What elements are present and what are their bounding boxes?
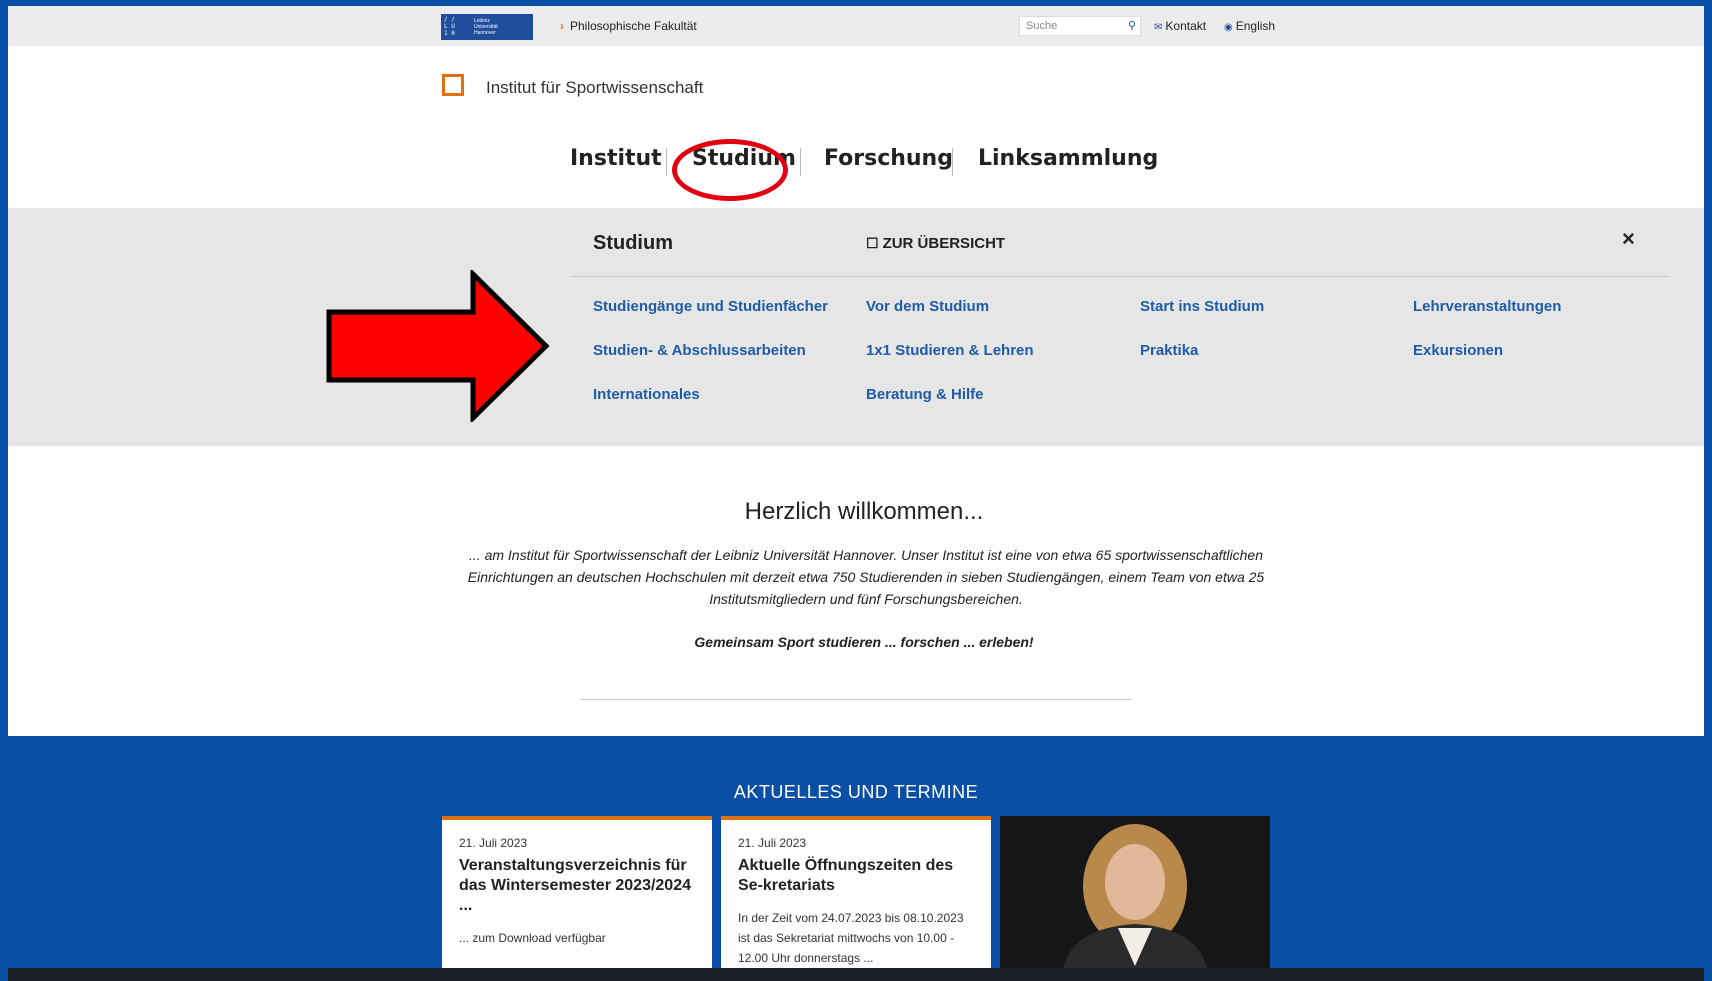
kontakt-link[interactable]: ✉ Kontakt [1154, 19, 1206, 33]
main-nav: Institut Studium Forschung Linksammlung [8, 146, 1704, 182]
nav-item-forschung[interactable]: Forschung [824, 146, 953, 171]
logo-mark-icon: / / L U1 0 [444, 16, 455, 37]
menu-link-internationales[interactable]: Internationales [593, 386, 700, 403]
news-section: AKTUELLES UND TERMINE 21. Juli 2023 Vera… [8, 736, 1704, 975]
slogan: Gemeinsam Sport studieren ... forschen .… [694, 634, 1034, 650]
news-section-title: AKTUELLES UND TERMINE [733, 782, 979, 802]
nav-item-linksammlung[interactable]: Linksammlung [978, 146, 1158, 171]
utility-bar: / / L U1 0 Leibniz Universität Hannover ›… [8, 6, 1704, 46]
menu-link-praktika[interactable]: Praktika [1140, 342, 1198, 359]
menu-link-lehrveranstaltungen[interactable]: Lehrveranstaltungen [1413, 298, 1561, 315]
news-date: 21. Juli 2023 [738, 836, 807, 850]
book-icon: ☐ [866, 235, 879, 251]
news-headline[interactable]: Veranstaltungsverzeichnis für das Winter… [459, 856, 695, 916]
menu-link-abschlussarbeiten[interactable]: Studien- & Abschlussarbeiten [593, 342, 806, 359]
menu-link-start-ins-studium[interactable]: Start ins Studium [1140, 298, 1264, 315]
mega-menu-title: Studium [593, 232, 673, 254]
nav-divider [800, 148, 801, 176]
browser-page: / / L U1 0 Leibniz Universität Hannover ›… [8, 6, 1704, 975]
close-icon[interactable]: × [1622, 226, 1635, 252]
chevron-right-icon: › [560, 19, 564, 33]
nav-divider [666, 148, 667, 176]
university-logo[interactable]: / / L U1 0 Leibniz Universität Hannover [441, 14, 533, 40]
nav-divider [952, 148, 953, 176]
institute-name[interactable]: Institut für Sportwissenschaft [486, 78, 703, 98]
taskbar [8, 968, 1704, 981]
news-card[interactable]: 21. Juli 2023 Veranstaltungsverzeichnis … [442, 816, 712, 975]
red-arrow-annotation [326, 270, 550, 422]
breadcrumb-faculty[interactable]: Philosophische Fakultät [570, 19, 697, 33]
news-date: 21. Juli 2023 [459, 836, 528, 850]
envelope-icon: ✉ [1154, 22, 1163, 33]
menu-link-1x1-studieren[interactable]: 1x1 Studieren & Lehren [866, 342, 1034, 359]
overview-link[interactable]: ☐ ZUR ÜBERSICHT [866, 235, 1005, 252]
menu-link-vor-dem-studium[interactable]: Vor dem Studium [866, 298, 989, 315]
menu-link-beratung[interactable]: Beratung & Hilfe [866, 386, 984, 403]
english-link[interactable]: ◉ English [1224, 19, 1275, 33]
welcome-text: ... am Institut für Sportwissenschaft de… [467, 547, 1265, 607]
highlight-circle [672, 139, 788, 201]
search-icon[interactable]: ⚲ [1128, 19, 1136, 32]
news-photo[interactable] [1000, 816, 1270, 975]
globe-icon: ◉ [1224, 22, 1233, 33]
news-teaser: In der Zeit vom 24.07.2023 bis 08.10.202… [738, 911, 964, 965]
logo-text: Leibniz Universität Hannover [474, 18, 498, 36]
news-teaser: ... zum Download verfügbar [459, 931, 606, 945]
breadcrumb[interactable]: › Philosophische Fakultät [560, 19, 697, 33]
nav-item-institut[interactable]: Institut [570, 146, 662, 171]
search-placeholder: Suche [1026, 20, 1058, 32]
news-headline[interactable]: Aktuelle Öffnungszeiten des Se-kretariat… [738, 856, 974, 896]
search-input[interactable]: Suche ⚲ [1019, 16, 1141, 36]
news-card[interactable]: 21. Juli 2023 Aktuelle Öffnungszeiten de… [721, 816, 991, 975]
menu-link-studiengaenge[interactable]: Studiengänge und Studienfächer [593, 298, 828, 315]
divider [571, 276, 1669, 277]
menu-link-exkursionen[interactable]: Exkursionen [1413, 342, 1503, 359]
welcome-title: Herzlich willkommen... [744, 498, 984, 525]
institute-logo-icon [442, 74, 464, 96]
divider [580, 699, 1132, 700]
studium-mega-menu: Studium ☐ ZUR ÜBERSICHT × Studiengänge un… [8, 208, 1704, 446]
portrait-image [1000, 816, 1270, 972]
